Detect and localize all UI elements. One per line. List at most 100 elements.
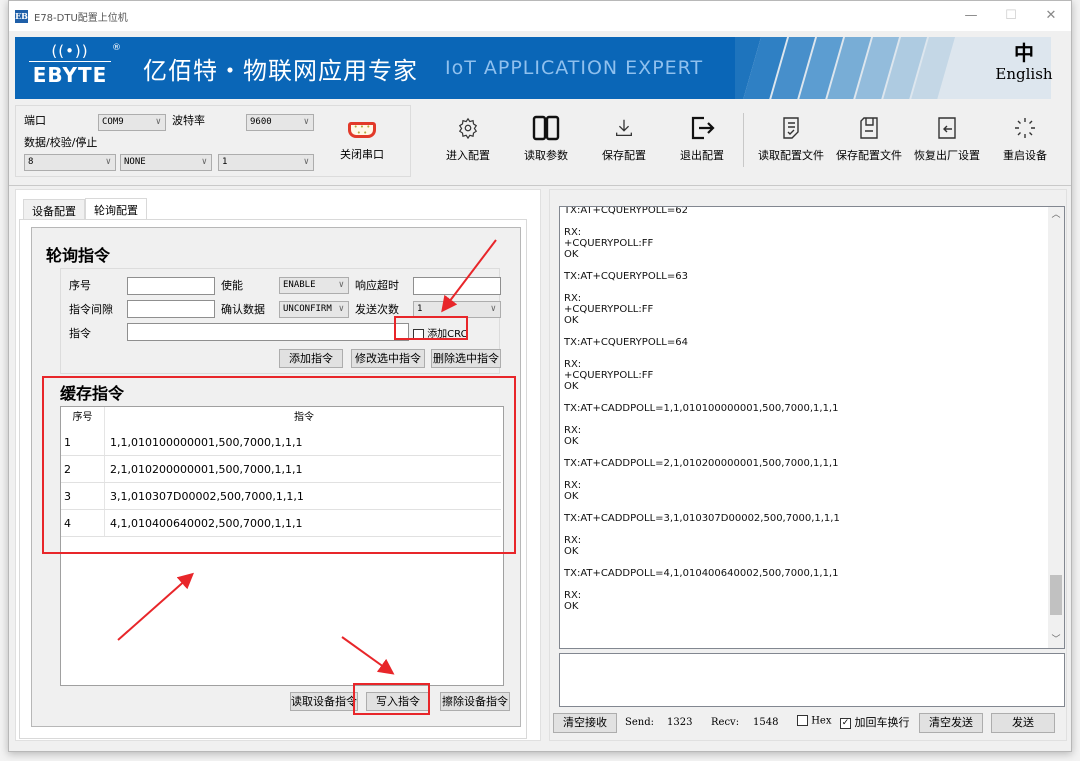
data-bits-value: 8	[28, 157, 34, 167]
header-divider	[9, 185, 1071, 186]
recv-count: 1548	[753, 717, 779, 728]
maximize-button[interactable]: ☐	[991, 1, 1031, 31]
chevron-down-icon: ∨	[338, 280, 344, 290]
modify-command-button[interactable]: 修改选中指令	[351, 349, 425, 368]
baud-value: 9600	[250, 117, 272, 127]
enter-config-button[interactable]: 进入配置	[429, 113, 507, 173]
send-button[interactable]: 发送	[991, 713, 1055, 733]
clear-receive-button[interactable]: 清空接收	[553, 713, 617, 733]
port-select[interactable]: COM9 ∨	[98, 114, 166, 131]
restore-icon	[908, 113, 986, 143]
read-params-button[interactable]: 读取参数	[507, 113, 585, 173]
write-commands-button[interactable]: 写入指令	[366, 692, 430, 711]
table-row[interactable]: 4 4,1,010400640002,500,7000,1,1,1	[61, 510, 501, 537]
parity-select[interactable]: NONE ∨	[120, 154, 212, 171]
send-count-label: 发送次数	[355, 303, 399, 316]
tool-label: 重启设备	[1003, 149, 1047, 162]
exit-config-button[interactable]: 退出配置	[663, 113, 741, 173]
table-row[interactable]: 2 2,1,010200000001,500,7000,1,1,1	[61, 456, 501, 483]
tool-label: 进入配置	[446, 149, 490, 162]
toolbar: 进入配置 读取参数 保存配置 退出配置 读取配置文件 保存配置文件 恢复出厂设置	[429, 113, 1064, 173]
cell-seq: 4	[61, 510, 105, 536]
send-count-select[interactable]: 1 ∨	[413, 301, 501, 318]
cell-seq: 3	[61, 483, 105, 509]
brand-banner: ((•)) ® EBYTE 亿佰特・物联网应用专家 IoT APPLICATIO…	[15, 37, 1051, 99]
confirm-label: 确认数据	[221, 303, 265, 316]
timeout-label: 响应超时	[355, 279, 399, 292]
column-header-seq: 序号	[61, 407, 105, 429]
clear-send-button[interactable]: 清空发送	[919, 713, 983, 733]
file-check-icon	[752, 113, 830, 143]
timeout-input[interactable]	[413, 277, 501, 295]
add-crc-label: 添加CRC	[427, 329, 468, 340]
read-config-file-button[interactable]: 读取配置文件	[752, 113, 830, 173]
scroll-thumb[interactable]	[1050, 575, 1062, 616]
cmd-input[interactable]	[127, 323, 409, 341]
send-input[interactable]	[559, 653, 1065, 707]
cmd-label: 指令	[69, 327, 91, 340]
close-button[interactable]: ✕	[1031, 1, 1071, 31]
tab-poll-config[interactable]: 轮询配置	[85, 198, 147, 220]
gear-icon	[429, 113, 507, 143]
title-bar: EB E78-DTU配置上位机 — ☐ ✕	[9, 1, 1071, 31]
save-config-button[interactable]: 保存配置	[585, 113, 663, 173]
restart-device-button[interactable]: 重启设备	[986, 113, 1064, 173]
confirm-value: UNCONFIRM	[283, 304, 332, 314]
save-config-file-button[interactable]: 保存配置文件	[830, 113, 908, 173]
book-icon	[507, 113, 585, 143]
confirm-select[interactable]: UNCONFIRM ∨	[279, 301, 349, 318]
chevron-down-icon: ∨	[490, 304, 496, 314]
enable-select[interactable]: ENABLE ∨	[279, 277, 349, 294]
interval-input[interactable]	[127, 300, 215, 318]
interval-label: 指令间隙	[69, 303, 113, 316]
ebyte-logo: ((•)) ® EBYTE	[25, 41, 121, 88]
erase-device-commands-button[interactable]: 擦除设备指令	[440, 692, 510, 711]
floppy-icon	[830, 113, 908, 143]
cache-command-table: 序号 指令 1 1,1,010100000001,500,7000,1,1,1 2 2…	[60, 406, 504, 686]
table-row[interactable]: 3 3,1,010307D00002,500,7000,1,1,1	[61, 483, 501, 510]
read-device-commands-button[interactable]: 读取设备指令	[290, 692, 358, 711]
slogan-english: IoT APPLICATION EXPERT	[445, 57, 704, 79]
factory-reset-button[interactable]: 恢复出厂设置	[908, 113, 986, 173]
tab-device-config[interactable]: 设备配置	[23, 199, 85, 220]
crlf-checkbox[interactable]: ✓ 加回车换行	[840, 714, 910, 730]
data-bits-select[interactable]: 8 ∨	[24, 154, 116, 171]
loading-icon	[986, 113, 1064, 143]
tool-label: 读取参数	[524, 149, 568, 162]
delete-command-button[interactable]: 删除选中指令	[431, 349, 501, 368]
receive-log[interactable]: TX:AT+CQUERYPOLL=62 RX: +CQUERYPOLL:FF O…	[559, 206, 1065, 649]
table-header: 序号 指令	[61, 407, 503, 429]
language-label: English	[995, 65, 1053, 83]
cell-cmd: 2,1,010200000001,500,7000,1,1,1	[110, 463, 303, 476]
crlf-label: 加回车换行	[854, 716, 910, 729]
seq-input[interactable]	[127, 277, 215, 295]
scroll-down-icon[interactable]: ﹀	[1048, 632, 1064, 648]
log-scrollbar[interactable]: ︿ ﹀	[1048, 207, 1064, 648]
log-text: TX:AT+CQUERYPOLL=62 RX: +CQUERYPOLL:FF O…	[564, 206, 840, 612]
language-toggle-button[interactable]: 中 English	[991, 41, 1057, 83]
chevron-down-icon: ∨	[303, 117, 309, 127]
table-row[interactable]: 1 1,1,010100000001,500,7000,1,1,1	[61, 429, 501, 456]
add-crc-checkbox[interactable]: 添加CRC	[413, 325, 468, 340]
poll-config-panel: 轮询指令 序号 使能 ENABLE ∨ 响应超时 指令间隙 确认数据 UNCONF…	[31, 227, 521, 727]
stop-bits-value: 1	[222, 157, 228, 167]
close-port-button[interactable]: • • • • • 关闭串口	[332, 122, 392, 162]
tab-bar: 设备配置 轮询配置	[23, 198, 147, 220]
hex-checkbox[interactable]: Hex	[797, 715, 831, 727]
cache-command-title: 缓存指令	[60, 384, 125, 403]
checkbox-icon	[797, 715, 808, 726]
chevron-down-icon: ∨	[303, 157, 309, 167]
poll-command-title: 轮询指令	[46, 246, 111, 265]
send-label: Send:	[625, 717, 654, 728]
data-parity-stop-label: 数据/校验/停止	[24, 136, 98, 149]
enable-value: ENABLE	[283, 280, 316, 290]
minimize-button[interactable]: —	[951, 1, 991, 31]
baud-select[interactable]: 9600 ∨	[246, 114, 314, 131]
language-icon: 中	[1014, 41, 1034, 65]
seq-label: 序号	[69, 279, 91, 292]
enable-label: 使能	[221, 279, 243, 292]
antenna-icon: ((•))	[51, 42, 89, 60]
stop-bits-select[interactable]: 1 ∨	[218, 154, 314, 171]
scroll-up-icon[interactable]: ︿	[1048, 207, 1064, 223]
add-command-button[interactable]: 添加指令	[279, 349, 343, 368]
